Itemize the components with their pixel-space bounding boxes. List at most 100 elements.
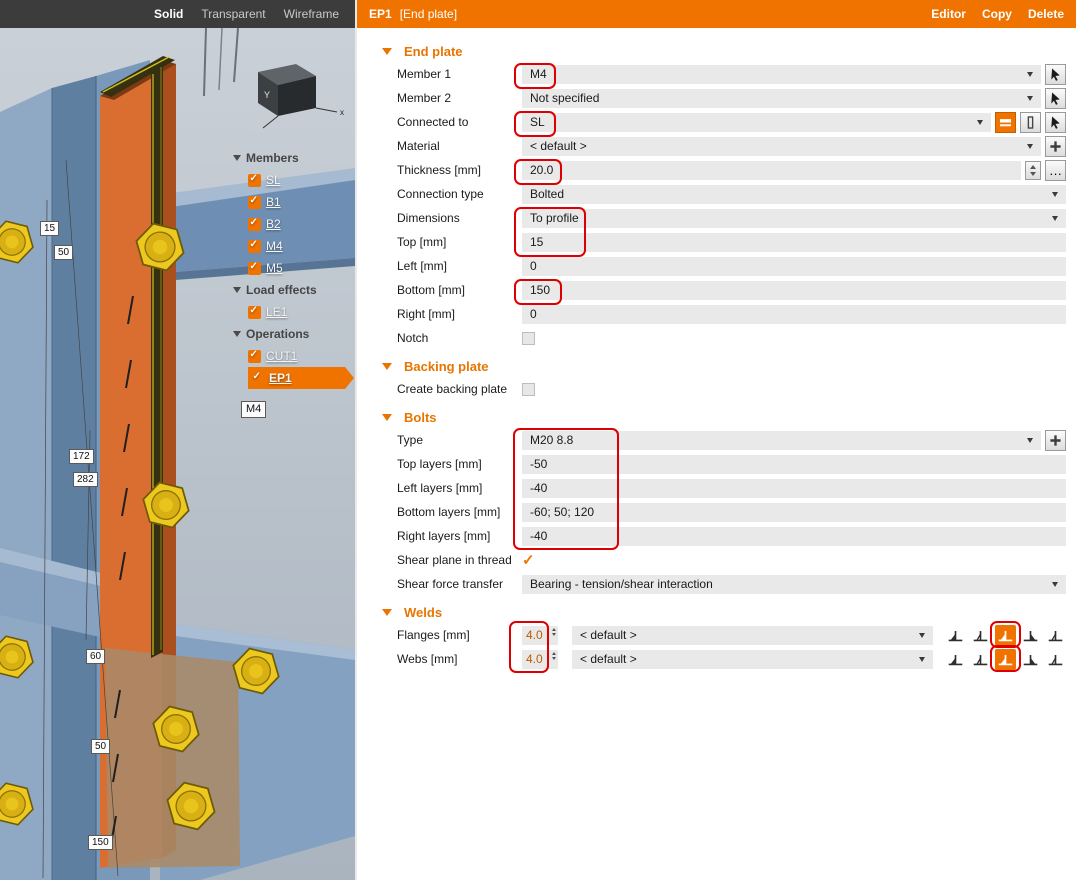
render-mode-transparent[interactable]: Transparent: [201, 7, 265, 21]
tree-item-le1[interactable]: LE1: [233, 301, 345, 323]
row-dimensions: Dimensions To profile: [357, 206, 1076, 230]
webs-weld-option-5-button[interactable]: [1045, 649, 1066, 670]
row-member-2: Member 2 Not specified: [357, 86, 1076, 110]
material-dropdown[interactable]: < default >: [522, 137, 1041, 156]
checkbox-checked-icon[interactable]: [248, 262, 261, 275]
create-backing-plate-checkbox[interactable]: [522, 383, 535, 396]
checkbox-checked-icon[interactable]: [248, 306, 261, 319]
member1-dropdown[interactable]: M4: [522, 65, 1041, 84]
spinner-up-icon[interactable]: [552, 652, 556, 655]
spinner-up-icon[interactable]: [1030, 165, 1036, 169]
field-label: Shear plane in thread: [397, 553, 518, 567]
member2-dropdown[interactable]: Not specified: [522, 89, 1041, 108]
tree-item-ep1-selected[interactable]: EP1: [248, 367, 345, 389]
copy-button[interactable]: Copy: [982, 7, 1012, 21]
3d-viewport[interactable]: Y x Solid Transparent Wireframe Members …: [0, 0, 355, 880]
render-mode-solid[interactable]: Solid: [154, 7, 183, 21]
connected-to-pick-button[interactable]: [1045, 112, 1066, 133]
field-label: Webs [mm]: [397, 652, 518, 666]
member2-pick-button[interactable]: [1045, 88, 1066, 109]
row-notch: Notch: [357, 326, 1076, 350]
webs-weld-option-2-button[interactable]: [970, 649, 991, 670]
member-tag: M4: [241, 401, 266, 418]
tree-item-cut1[interactable]: CUT1: [233, 345, 345, 367]
left-layers-input[interactable]: -40: [522, 479, 1066, 498]
checkbox-checked-icon[interactable]: [248, 350, 261, 363]
top-layers-input[interactable]: -50: [522, 455, 1066, 474]
chevron-down-icon: [977, 120, 983, 125]
dimension-label: 60: [86, 649, 105, 664]
tree-group-operations[interactable]: Operations: [233, 323, 345, 345]
webs-size-input[interactable]: 4.0: [522, 650, 558, 669]
right-layers-input[interactable]: -40: [522, 527, 1066, 546]
checkbox-checked-icon[interactable]: [248, 196, 261, 209]
delete-button[interactable]: Delete: [1028, 7, 1064, 21]
flanges-value-spinner[interactable]: [552, 628, 556, 636]
tree-group-load-effects[interactable]: Load effects: [233, 279, 345, 301]
collapse-triangle-icon[interactable]: [382, 48, 392, 55]
right-input[interactable]: 0: [522, 305, 1066, 324]
webs-weld-option-3-button-selected[interactable]: [995, 649, 1016, 670]
member1-pick-button[interactable]: [1045, 64, 1066, 85]
flanges-weld-option-5-button[interactable]: [1045, 625, 1066, 646]
collapse-triangle-icon[interactable]: [233, 287, 241, 293]
tree-item-b2[interactable]: B2: [233, 213, 345, 235]
flanges-size-input[interactable]: 4.0: [522, 626, 558, 645]
thickness-more-button[interactable]: …: [1045, 160, 1066, 181]
spinner-down-icon[interactable]: [552, 657, 556, 660]
render-mode-wireframe[interactable]: Wireframe: [284, 7, 339, 21]
flanges-weld-option-1-button[interactable]: [945, 625, 966, 646]
notch-checkbox[interactable]: [522, 332, 535, 345]
webs-weld-material-dropdown[interactable]: < default >: [572, 650, 933, 669]
collapse-triangle-icon[interactable]: [233, 331, 241, 337]
properties-form: End plate Member 1 M4 Member 2 Not speci…: [357, 40, 1076, 671]
checkbox-checked-icon[interactable]: [251, 372, 264, 385]
thickness-spinner[interactable]: [1025, 161, 1041, 180]
tree-item-m4[interactable]: M4: [233, 235, 345, 257]
checkbox-checked-icon[interactable]: [248, 240, 261, 253]
add-bolt-assembly-button[interactable]: [1045, 430, 1066, 451]
tree-item-b1[interactable]: B1: [233, 191, 345, 213]
bottom-layers-input[interactable]: -60; 50; 120: [522, 503, 1066, 522]
connection-type-dropdown[interactable]: Bolted: [522, 185, 1066, 204]
left-input[interactable]: 0: [522, 257, 1066, 276]
3d-scene[interactable]: Y x: [0, 0, 355, 880]
field-label: Top [mm]: [397, 235, 518, 249]
field-label: Shear force transfer: [397, 577, 518, 591]
plus-icon: [1047, 432, 1064, 449]
row-shear-force-transfer: Shear force transfer Bearing - tension/s…: [357, 572, 1076, 596]
webs-weld-option-4-button[interactable]: [1020, 649, 1041, 670]
flanges-weld-option-3-button-selected[interactable]: [995, 625, 1016, 646]
tree-item-sl[interactable]: SL: [233, 169, 345, 191]
flanges-weld-option-2-button[interactable]: [970, 625, 991, 646]
tree-group-members[interactable]: Members: [233, 147, 345, 169]
collapse-triangle-icon[interactable]: [382, 363, 392, 370]
spinner-down-icon[interactable]: [1030, 172, 1036, 176]
top-input[interactable]: 15: [522, 233, 1066, 252]
tree-item-m5[interactable]: M5: [233, 257, 345, 279]
spinner-down-icon[interactable]: [552, 633, 556, 636]
plate-orientation-front-button[interactable]: [995, 112, 1016, 133]
checkbox-checked-icon[interactable]: [248, 174, 261, 187]
bottom-input[interactable]: 150: [522, 281, 1066, 300]
collapse-triangle-icon[interactable]: [382, 609, 392, 616]
operation-subtitle: [End plate]: [400, 7, 457, 21]
connected-to-dropdown[interactable]: SL: [522, 113, 991, 132]
collapse-triangle-icon[interactable]: [233, 155, 241, 161]
plate-orientation-side-button[interactable]: [1020, 112, 1041, 133]
webs-value-spinner[interactable]: [552, 652, 556, 660]
checkbox-checked-icon[interactable]: [248, 218, 261, 231]
bolt-type-dropdown[interactable]: M20 8.8: [522, 431, 1041, 450]
field-label: Top layers [mm]: [397, 457, 518, 471]
spinner-up-icon[interactable]: [552, 628, 556, 631]
editor-button[interactable]: Editor: [931, 7, 966, 21]
webs-weld-option-1-button[interactable]: [945, 649, 966, 670]
thickness-input[interactable]: 20.0: [522, 161, 1021, 180]
flanges-weld-material-dropdown[interactable]: < default >: [572, 626, 933, 645]
dimensions-dropdown[interactable]: To profile: [522, 209, 1066, 228]
shear-force-transfer-dropdown[interactable]: Bearing - tension/shear interaction: [522, 575, 1066, 594]
collapse-triangle-icon[interactable]: [382, 414, 392, 421]
shear-plane-checkbox[interactable]: [522, 554, 535, 567]
flanges-weld-option-4-button[interactable]: [1020, 625, 1041, 646]
add-material-button[interactable]: [1045, 136, 1066, 157]
